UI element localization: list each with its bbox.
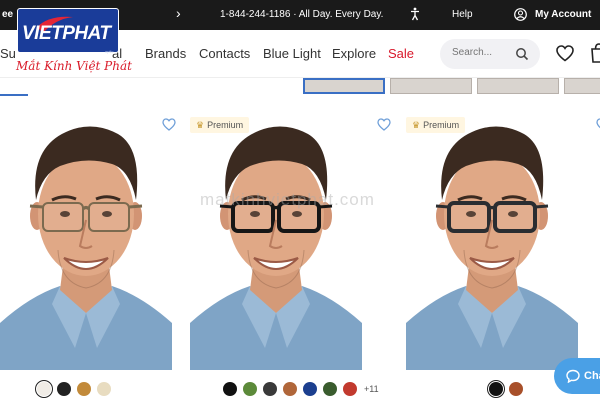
chevron-right-icon[interactable]: › bbox=[176, 6, 181, 20]
color-swatch[interactable] bbox=[343, 382, 357, 396]
more-colors-count[interactable]: +11 bbox=[364, 384, 379, 394]
search-input[interactable] bbox=[452, 47, 512, 58]
color-swatch[interactable] bbox=[323, 382, 337, 396]
color-swatch[interactable] bbox=[57, 382, 71, 396]
color-swatch[interactable] bbox=[283, 382, 297, 396]
color-swatch[interactable] bbox=[223, 382, 237, 396]
thumbnail-strip bbox=[300, 78, 600, 94]
wishlist-heart-icon[interactable] bbox=[377, 118, 391, 131]
nav-item-brands[interactable]: Brands bbox=[145, 46, 186, 61]
color-swatch[interactable] bbox=[263, 382, 277, 396]
vietphat-logo[interactable]: VIETPHAT optic bbox=[17, 8, 119, 54]
accessibility-icon[interactable] bbox=[408, 7, 422, 21]
badge-label: Premium bbox=[207, 120, 244, 130]
wishlist-heart-icon[interactable] bbox=[162, 118, 176, 131]
color-swatch[interactable] bbox=[303, 382, 317, 396]
product-card[interactable]: ♛ Premium bbox=[406, 108, 600, 370]
shopping-bag-icon[interactable] bbox=[590, 43, 600, 63]
nav-item-blue-light[interactable]: Blue Light bbox=[263, 46, 321, 61]
nav-item-sale[interactable]: Sale bbox=[388, 46, 414, 61]
badge-label: Premium bbox=[423, 120, 460, 130]
nav-item-explore[interactable]: Explore bbox=[332, 46, 376, 61]
chat-bubble-icon bbox=[566, 369, 580, 383]
thumbnail-image[interactable] bbox=[303, 78, 385, 94]
phone-number[interactable]: 1-844-244-1186 · All Day. Every Day. bbox=[220, 9, 383, 20]
product-card[interactable] bbox=[0, 108, 176, 370]
color-swatch[interactable] bbox=[97, 382, 111, 396]
user-account-icon[interactable] bbox=[514, 8, 527, 21]
premium-badge: ♛ Premium bbox=[406, 117, 466, 133]
thumbnail-image[interactable] bbox=[477, 78, 559, 94]
logo-subtext: optic bbox=[105, 49, 114, 54]
search-icon[interactable] bbox=[515, 47, 529, 61]
color-swatch[interactable] bbox=[243, 382, 257, 396]
crown-icon: ♛ bbox=[196, 120, 205, 130]
product-model-photo[interactable] bbox=[0, 108, 172, 370]
promo-text[interactable]: ee bbox=[2, 9, 13, 20]
product-model-photo[interactable] bbox=[406, 108, 578, 370]
active-indicator bbox=[0, 94, 28, 96]
product-card[interactable]: ♛ Premium bbox=[190, 108, 391, 370]
thumbnail-image[interactable] bbox=[564, 78, 600, 94]
watermark-text: matkinhvietphat.com bbox=[200, 190, 375, 209]
wishlist-heart-icon[interactable] bbox=[596, 118, 600, 131]
search-box[interactable] bbox=[440, 39, 540, 69]
thumbnail-image[interactable] bbox=[390, 78, 472, 94]
nav-item-sunglasses[interactable]: Su bbox=[0, 46, 16, 61]
crown-icon: ♛ bbox=[412, 120, 421, 130]
logo-tagline: Mắt Kính Việt Phát bbox=[16, 59, 132, 73]
color-swatch[interactable] bbox=[509, 382, 523, 396]
color-swatch[interactable] bbox=[34, 379, 54, 399]
color-swatch[interactable] bbox=[486, 379, 506, 399]
wishlist-heart-icon[interactable] bbox=[556, 45, 574, 62]
premium-badge: ♛ Premium bbox=[190, 117, 250, 133]
chat-label: Cha bbox=[584, 370, 600, 382]
my-account-link[interactable]: My Account bbox=[535, 9, 591, 20]
logo-wordmark: VIETPHAT bbox=[22, 23, 111, 44]
product-model-photo[interactable] bbox=[190, 108, 362, 370]
color-swatch[interactable] bbox=[77, 382, 91, 396]
help-link[interactable]: Help bbox=[452, 9, 473, 20]
nav-item-contacts[interactable]: Contacts bbox=[199, 46, 250, 61]
chat-button[interactable]: Cha bbox=[554, 358, 600, 394]
